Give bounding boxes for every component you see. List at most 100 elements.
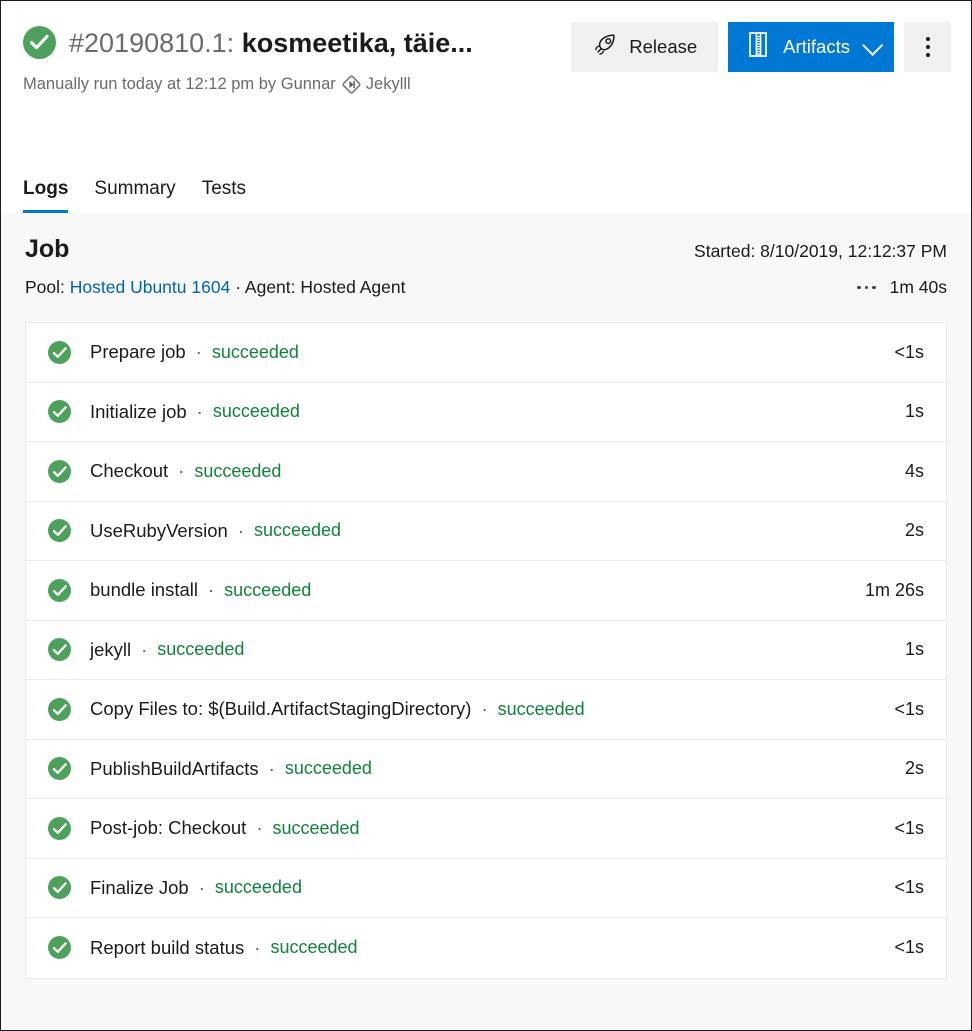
task-separator: · [481, 698, 488, 720]
build-header: #20190810.1: kosmeetika, täie... Manuall… [1, 1, 971, 151]
artifacts-button-label: Artifacts [783, 36, 850, 57]
build-results-panel: #20190810.1: kosmeetika, täie... Manuall… [0, 0, 972, 1031]
table-row[interactable]: Post-job: Checkout · succeeded <1s [26, 799, 946, 859]
task-separator: · [237, 519, 244, 541]
check-circle-icon [48, 638, 71, 662]
job-started-time: Started: 8/10/2019, 12:12:37 PM [694, 241, 947, 261]
more-horizontal-icon[interactable] [857, 285, 876, 290]
agent-label: Agent: Hosted Agent [244, 277, 406, 297]
task-separator: · [198, 876, 205, 898]
job-duration: 1m 40s [889, 277, 947, 297]
job-header-right: 1m 40s [857, 277, 947, 298]
task-separator: · [208, 579, 215, 601]
task-duration: <1s [894, 937, 924, 958]
status-badge: succeeded [194, 460, 282, 481]
task-name: Copy Files to: $(Build.ArtifactStagingDi… [90, 698, 472, 720]
build-subtitle: Manually run today at 12:12 pm by Gunnar… [23, 72, 518, 96]
release-button-label: Release [629, 36, 698, 57]
table-row[interactable]: PublishBuildArtifacts · succeeded 2s [26, 740, 946, 799]
tab-tests[interactable]: Tests [202, 179, 246, 213]
build-name: kosmeetika, täie... [241, 28, 473, 58]
page-title: #20190810.1: kosmeetika, täie... [69, 19, 473, 68]
build-trigger-text: Manually run today at 12:12 pm by Gunnar [23, 74, 336, 93]
check-circle-icon [48, 459, 71, 483]
chevron-down-icon [862, 34, 884, 56]
status-badge: succeeded [253, 520, 342, 541]
task-name: Prepare job [90, 341, 186, 363]
task-name: jekyll [90, 638, 132, 660]
task-separator: · [178, 460, 185, 482]
task-duration: <1s [894, 877, 924, 898]
table-row[interactable]: bundle install · succeeded 1m 26s [26, 561, 946, 621]
task-name: Post-job: Checkout [90, 817, 247, 839]
header-action-buttons: Release Artifacts [571, 22, 951, 72]
check-circle-icon [48, 400, 71, 424]
task-duration: 4s [904, 460, 924, 481]
pool-link[interactable]: Hosted Ubuntu 1604 [70, 277, 231, 297]
meta-separator: · [235, 277, 242, 297]
table-row[interactable]: UseRubyVersion · succeeded 2s [26, 502, 946, 561]
table-row[interactable]: Report build status · succeeded <1s [26, 918, 946, 978]
task-list: Prepare job · succeeded <1s Initialize j… [25, 322, 947, 979]
check-circle-icon [48, 757, 71, 781]
table-row[interactable]: Copy Files to: $(Build.ArtifactStagingDi… [26, 680, 946, 740]
job-title: Job [25, 235, 70, 263]
table-row[interactable]: Finalize Job · succeeded <1s [26, 859, 946, 918]
task-duration: 1m 26s [864, 579, 924, 600]
task-name: Finalize Job [90, 876, 189, 898]
task-duration: <1s [894, 341, 924, 362]
check-circle-icon [48, 936, 71, 960]
check-circle-icon [48, 697, 71, 721]
pool-label: Pool: [25, 277, 65, 297]
task-duration: 2s [904, 758, 924, 779]
status-badge: succeeded [284, 758, 372, 779]
check-circle-icon [48, 519, 71, 543]
table-row[interactable]: Initialize job · succeeded 1s [26, 383, 946, 442]
status-badge: succeeded [497, 698, 585, 719]
task-duration: <1s [894, 698, 924, 719]
status-badge: succeeded [157, 639, 245, 660]
release-button[interactable]: Release [571, 22, 719, 72]
status-badge: succeeded [212, 401, 300, 422]
table-row[interactable]: jekyll · succeeded 1s [26, 621, 946, 680]
table-row[interactable]: Prepare job · succeeded <1s [26, 323, 946, 383]
task-separator: · [195, 341, 202, 363]
zip-file-icon [746, 31, 770, 63]
status-badge: succeeded [224, 579, 312, 600]
build-number: #20190810.1: [69, 28, 235, 58]
task-name: UseRubyVersion [90, 519, 228, 541]
check-circle-icon [48, 876, 71, 900]
task-duration: 1s [904, 401, 924, 422]
task-name: Initialize job [90, 400, 187, 422]
task-duration: <1s [894, 817, 924, 838]
more-actions-button[interactable] [904, 22, 951, 72]
artifacts-button[interactable]: Artifacts [728, 22, 894, 72]
job-header-bottom: Pool: Hosted Ubuntu 1604 · Agent: Hosted… [25, 277, 947, 298]
job-header-top: Job Started: 8/10/2019, 12:12:37 PM [25, 235, 947, 263]
check-circle-icon [48, 816, 71, 840]
check-circle-icon [48, 578, 71, 602]
task-name: Checkout [90, 460, 169, 482]
job-pool-agent-info: Pool: Hosted Ubuntu 1604 · Agent: Hosted… [25, 277, 405, 298]
task-separator: · [254, 936, 261, 958]
git-repo-icon [342, 74, 361, 94]
more-vertical-icon [925, 37, 930, 57]
task-name: Report build status [90, 936, 245, 958]
task-name: bundle install [90, 579, 198, 601]
task-name: PublishBuildArtifacts [90, 757, 259, 779]
status-badge: succeeded [270, 937, 358, 958]
task-separator: · [141, 638, 148, 660]
task-separator: · [268, 757, 275, 779]
repo-name[interactable]: Jekylll [366, 75, 411, 94]
job-summary-header: Job Started: 8/10/2019, 12:12:37 PM Pool… [1, 213, 971, 298]
status-badge: succeeded [211, 341, 299, 362]
task-duration: 2s [904, 520, 924, 541]
logs-panel: Job Started: 8/10/2019, 12:12:37 PM Pool… [1, 213, 971, 1030]
tab-logs[interactable]: Logs [23, 179, 69, 213]
check-circle-icon [48, 340, 71, 364]
rocket-icon [592, 32, 618, 63]
status-badge: succeeded [272, 817, 360, 838]
table-row[interactable]: Checkout · succeeded 4s [26, 442, 946, 502]
build-status-check-circle-icon [23, 26, 56, 59]
tab-summary[interactable]: Summary [94, 179, 175, 213]
